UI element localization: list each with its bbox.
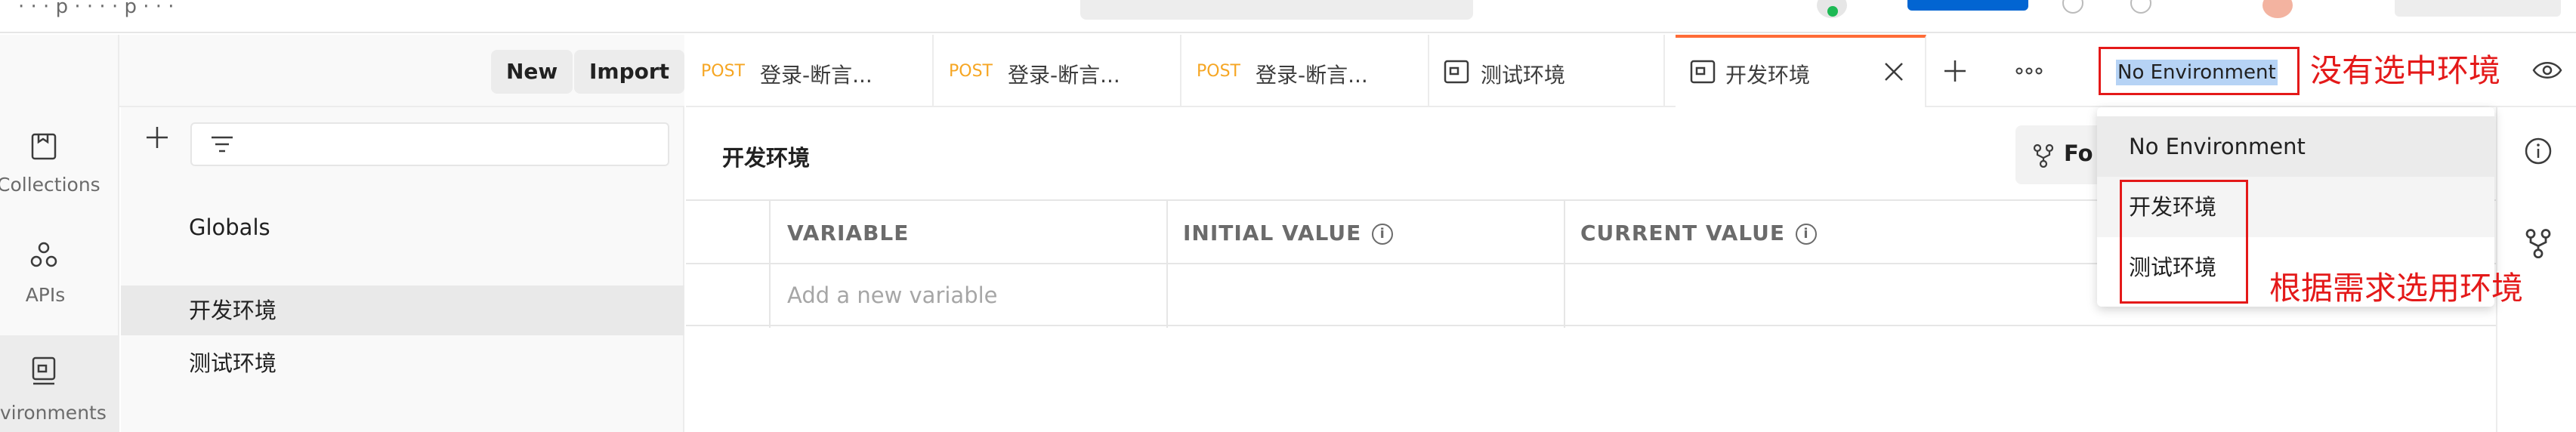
column-header-current-value: CURRENT VALUE i — [1580, 221, 1817, 245]
rail-item-apis[interactable]: APIs — [0, 221, 119, 326]
more-tabs-icon[interactable] — [2014, 63, 2044, 79]
import-button[interactable]: Import — [574, 50, 685, 94]
new-variable-input[interactable]: Add a new variable — [787, 282, 998, 308]
environments-icon — [32, 356, 56, 385]
rail-label-collections: Collections — [0, 174, 100, 196]
tab-title: 开发环境 — [1725, 63, 1811, 88]
tab-request-3[interactable]: POST 登录-断言... — [1181, 35, 1429, 107]
tab-title: 登录-断言... — [1008, 63, 1120, 88]
environment-list-panel: Globals 开发环境 测试环境 — [121, 107, 684, 432]
filter-icon — [212, 136, 233, 153]
environment-icon — [1690, 60, 1716, 84]
upgrade-button[interactable] — [1907, 0, 2028, 11]
environment-title: 开发环境 — [722, 145, 811, 171]
sync-status-icon[interactable] — [1817, 0, 1847, 18]
tab-title: 登录-断言... — [1256, 63, 1368, 88]
settings-icon[interactable] — [2062, 0, 2083, 14]
tab-request-2[interactable]: POST 登录-断言... — [934, 35, 1181, 107]
app-window: · · · p · · · · p · · · sh_26 New Import… — [0, 0, 2576, 432]
column-divider — [1564, 199, 1565, 328]
tab-request-1[interactable]: POST 登录-断言... — [686, 35, 934, 107]
annotation-choose-env: 根据需求选用环境 — [2269, 270, 2524, 307]
annotation-no-env: 没有选中环境 — [2310, 52, 2501, 89]
fork-icon — [2033, 143, 2054, 168]
rail-item-collections[interactable]: Collections — [0, 107, 119, 213]
column-header-initial-value: INITIAL VALUE i — [1183, 221, 1394, 245]
info-icon[interactable] — [2523, 136, 2553, 166]
notifications-icon[interactable] — [2130, 0, 2151, 14]
tab-env-dev[interactable]: 开发环境 — [1676, 35, 1926, 107]
collections-icon — [31, 133, 57, 160]
add-environment-icon[interactable] — [142, 122, 172, 153]
fork-icon[interactable] — [2523, 228, 2553, 258]
environment-selector-value: No Environment — [2116, 60, 2278, 85]
tab-env-test[interactable]: 测试环境 — [1429, 35, 1665, 107]
env-item-test[interactable]: 测试环境 — [121, 338, 684, 388]
new-button[interactable]: New — [491, 50, 573, 94]
env-item-dev[interactable]: 开发环境 — [121, 285, 684, 335]
tab-method: POST — [1197, 62, 1240, 81]
avatar[interactable] — [2262, 0, 2293, 18]
new-tab-icon[interactable] — [1940, 56, 1970, 86]
tab-title: 测试环境 — [1481, 63, 1566, 88]
column-divider — [1166, 199, 1168, 328]
breadcrumb: · · · p · · · · p · · · — [18, 0, 175, 18]
annotation-highlight-box — [2120, 180, 2248, 304]
environment-selector[interactable]: No Environment — [2099, 47, 2300, 95]
tab-method: POST — [949, 62, 993, 81]
info-icon[interactable]: i — [1795, 224, 1817, 245]
search-bar[interactable] — [1080, 0, 1473, 20]
tab-title: 登录-断言... — [760, 63, 873, 88]
info-icon[interactable]: i — [1372, 224, 1394, 245]
team-menu[interactable] — [2395, 0, 2561, 17]
close-icon[interactable] — [1883, 60, 1905, 83]
rail-label-environments: nvironments — [0, 402, 107, 424]
fork-label: Fo — [2064, 140, 2093, 166]
column-header-variable: VARIABLE — [787, 221, 910, 245]
column-divider — [769, 199, 771, 328]
sidebar-rail: Collections APIs nvironments — [0, 35, 119, 432]
apis-icon — [30, 242, 57, 267]
dropdown-option-no-environment[interactable]: No Environment — [2097, 116, 2494, 177]
filter-input[interactable] — [190, 122, 669, 166]
top-header: · · · p · · · · p · · · — [0, 0, 2576, 33]
rail-item-environments[interactable]: nvironments — [0, 335, 119, 432]
rail-label-apis: APIs — [25, 284, 66, 306]
fork-button[interactable]: Fo — [2015, 125, 2106, 184]
environment-icon — [1444, 60, 1469, 84]
tab-method: POST — [701, 62, 745, 81]
env-item-globals[interactable]: Globals — [121, 202, 684, 252]
eye-icon[interactable] — [2532, 59, 2562, 82]
